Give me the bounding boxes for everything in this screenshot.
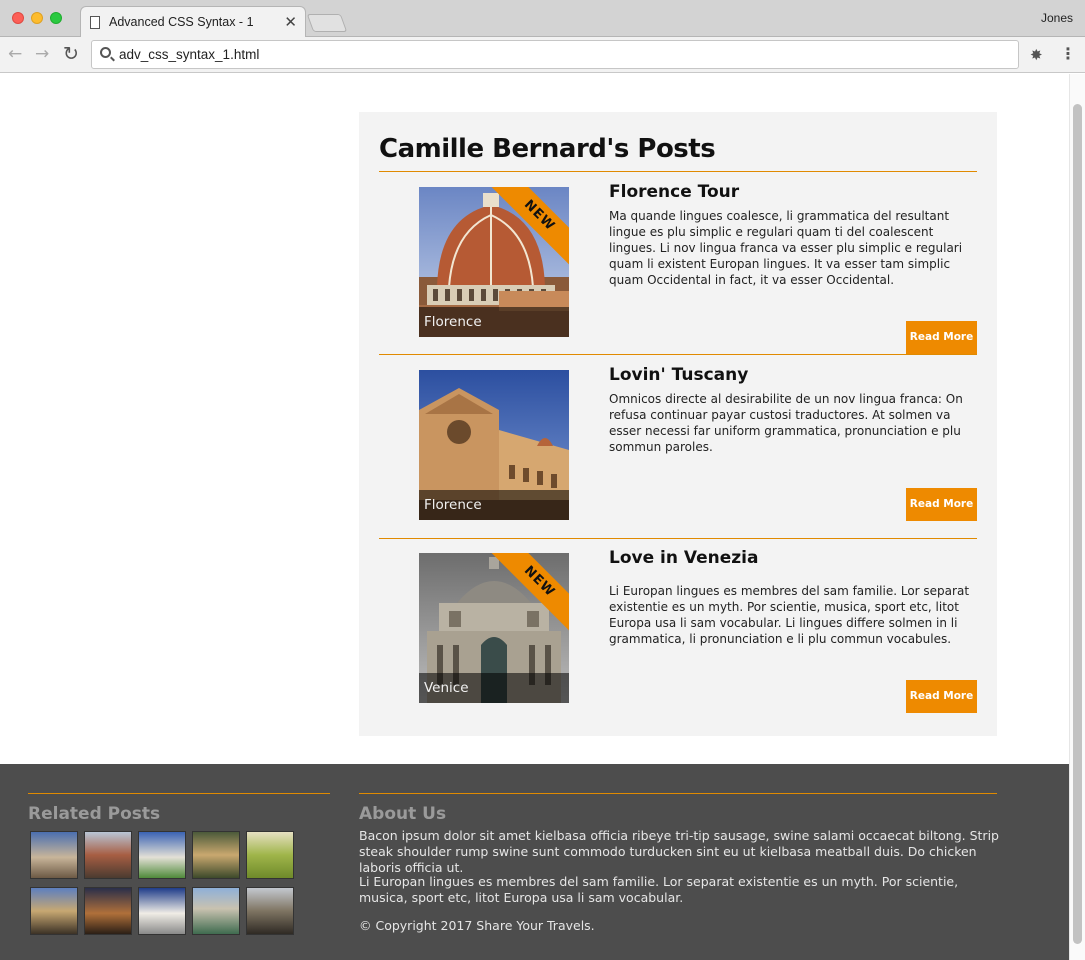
post-thumbnail[interactable]: NEW Florence <box>419 187 569 337</box>
page-title: Camille Bernard's Posts <box>379 134 716 164</box>
related-post-thumbnail[interactable] <box>192 831 240 879</box>
document-icon <box>90 16 100 29</box>
copyright-text: © Copyright 2017 Share Your Travels. <box>359 918 595 933</box>
image-caption: Florence <box>424 497 482 513</box>
related-post-thumbnail[interactable] <box>246 887 294 935</box>
extension-icon[interactable]: ✸ <box>1030 46 1043 64</box>
post-excerpt: Omnicos directe al desirabilite de un no… <box>609 392 963 454</box>
page-scrollbar[interactable] <box>1069 74 1085 960</box>
related-post-thumbnail[interactable] <box>84 831 132 879</box>
read-more-button[interactable]: Read More <box>906 321 977 354</box>
about-paragraph: Bacon ipsum dolor sit amet kielbasa offi… <box>359 828 999 875</box>
forward-arrow-icon[interactable]: → <box>35 44 49 64</box>
browser-tab-active[interactable]: Advanced CSS Syntax - 1 ✕ <box>80 6 306 38</box>
image-caption: Florence <box>424 314 482 330</box>
related-post-thumbnail[interactable] <box>138 887 186 935</box>
related-post-thumbnail[interactable] <box>84 887 132 935</box>
read-more-button[interactable]: Read More <box>906 488 977 521</box>
browser-menu-icon[interactable]: ⋮ <box>1060 44 1076 63</box>
post-thumbnail[interactable]: NEW Venice <box>419 553 569 703</box>
read-more-button[interactable]: Read More <box>906 680 977 713</box>
about-paragraph: Li Europan lingues es membres del sam fa… <box>359 874 959 905</box>
scrollbar-thumb[interactable] <box>1073 104 1082 944</box>
divider <box>379 354 977 355</box>
new-tab-button[interactable] <box>306 14 348 32</box>
post-title[interactable]: Florence Tour <box>609 182 739 202</box>
footer-divider <box>28 793 330 794</box>
reload-icon[interactable]: ↻ <box>63 44 79 64</box>
post-excerpt: Li Europan lingues es membres del sam fa… <box>609 584 970 646</box>
url-text[interactable]: adv_css_syntax_1.html <box>119 47 259 62</box>
browser-toolbar: ← → ↻ adv_css_syntax_1.html ✸ ⋮ <box>0 37 1085 73</box>
post-item: Florence Lovin' Tuscany Omnicos directe … <box>359 365 997 540</box>
profile-name[interactable]: Jones <box>1041 11 1073 25</box>
minimize-window-button[interactable] <box>31 12 43 24</box>
post-title[interactable]: Lovin' Tuscany <box>609 365 748 385</box>
related-posts-heading: Related Posts <box>28 804 161 824</box>
related-post-thumbnail[interactable] <box>192 887 240 935</box>
search-icon <box>100 47 111 58</box>
browser-tab-bar: Advanced CSS Syntax - 1 ✕ Jones <box>0 0 1085 38</box>
related-post-thumbnail[interactable] <box>246 831 294 879</box>
tab-title: Advanced CSS Syntax - 1 <box>109 15 254 29</box>
close-tab-icon[interactable]: ✕ <box>284 13 297 31</box>
maximize-window-button[interactable] <box>50 12 62 24</box>
related-post-thumbnail[interactable] <box>138 831 186 879</box>
footer: Related Posts About Us Bacon ipsum dolor… <box>0 764 1069 960</box>
close-window-button[interactable] <box>12 12 24 24</box>
post-thumbnail[interactable]: Florence <box>419 370 569 520</box>
related-post-thumbnail[interactable] <box>30 831 78 879</box>
post-excerpt: Ma quande lingues coalesce, li grammatic… <box>609 209 963 287</box>
divider <box>379 171 977 172</box>
back-arrow-icon[interactable]: ← <box>8 44 22 64</box>
address-bar[interactable]: adv_css_syntax_1.html <box>91 40 1019 69</box>
post-item: NEW Venice Love in Venezia Li Europan li… <box>359 548 997 723</box>
post-item: NEW Florence Florence Tour Ma quande lin… <box>359 182 997 357</box>
image-caption: Venice <box>424 680 469 696</box>
footer-divider <box>359 793 997 794</box>
posts-panel: Camille Bernard's Posts NEW Florence Flo… <box>359 112 997 736</box>
related-post-thumbnail[interactable] <box>30 887 78 935</box>
post-title[interactable]: Love in Venezia <box>609 548 758 568</box>
about-us-heading: About Us <box>359 804 447 824</box>
divider <box>379 538 977 539</box>
